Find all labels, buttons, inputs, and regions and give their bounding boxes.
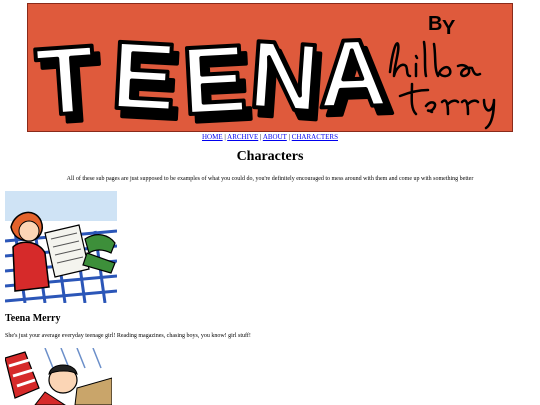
- svg-text:A: A: [316, 19, 389, 128]
- character-name: Teena Merry: [5, 313, 61, 324]
- logo-by: B Y: [428, 13, 456, 39]
- nav-separator: |: [224, 133, 226, 141]
- nav-link-home[interactable]: HOME: [202, 133, 223, 141]
- signature-scribble: [388, 40, 496, 130]
- nav-link-characters[interactable]: CHARACTERS: [292, 133, 338, 141]
- intro-text: All of these sub pages are just supposed…: [66, 176, 474, 182]
- svg-text:B: B: [428, 13, 442, 35]
- teena-logo: T T E E E E N N A A B Y: [31, 13, 496, 132]
- nav-separator: |: [288, 133, 290, 141]
- nav-separator: |: [260, 133, 262, 141]
- svg-text:E: E: [180, 25, 250, 132]
- character-description: She's just your average everyday teenage…: [5, 333, 251, 339]
- svg-text:N: N: [246, 21, 323, 132]
- svg-text:E: E: [109, 22, 179, 132]
- page-title: Characters: [236, 149, 304, 164]
- nav-link-about[interactable]: ABOUT: [263, 133, 287, 141]
- character-image-2: [5, 348, 112, 405]
- svg-text:Y: Y: [442, 17, 456, 39]
- logo-letters: T T E E E E N N A A: [31, 17, 398, 132]
- character-image-teena: [5, 191, 117, 303]
- site-banner: T T E E E E N N A A B Y: [27, 3, 513, 132]
- svg-text:T: T: [33, 26, 99, 132]
- nav-link-archive[interactable]: ARCHIVE: [227, 133, 258, 141]
- main-nav: HOME | ARCHIVE | ABOUT | CHARACTERS: [0, 133, 540, 142]
